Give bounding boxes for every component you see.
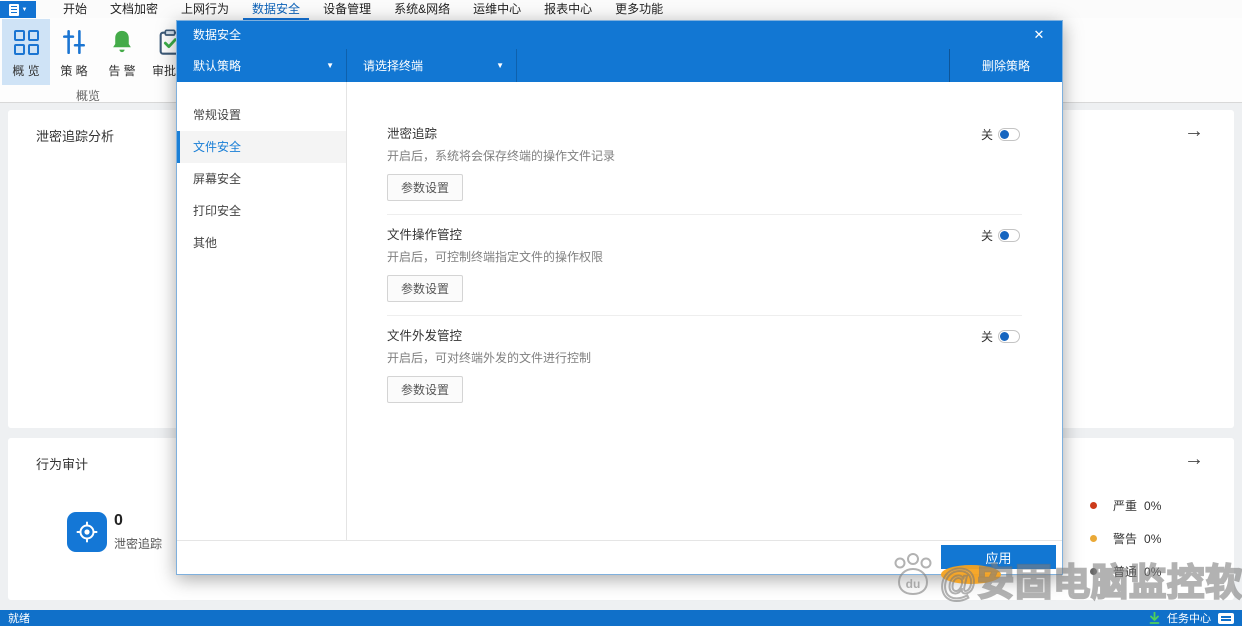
grid-icon: [13, 29, 39, 55]
legend-item-severe: 严重 0%: [1090, 497, 1161, 514]
tab-device-mgmt[interactable]: 设备管理: [312, 0, 382, 20]
dialog-footer: 应用: [177, 540, 1062, 574]
caret-down-icon: ▼: [21, 6, 28, 13]
nav-item-other[interactable]: 其他: [177, 227, 346, 259]
bell-icon: [113, 30, 131, 53]
leak-tracking-toggle[interactable]: 关: [981, 126, 1020, 143]
terminal-dropdown[interactable]: 请选择终端 ▼: [347, 49, 517, 82]
close-icon[interactable]: ✕: [1026, 21, 1052, 49]
card-title: 泄密追踪分析: [36, 129, 115, 144]
keyboard-icon[interactable]: [1218, 612, 1234, 624]
stat-value: 0: [114, 512, 123, 529]
legend-item-normal: 普通 0%: [1090, 563, 1161, 580]
setting-file-operation: 文件操作管控 关 开启后，可控制终端指定文件的操作权限 参数设置: [387, 215, 1022, 316]
ribbon-item-label: 概 览: [12, 64, 40, 78]
sliders-icon: [63, 29, 85, 55]
delete-policy-button[interactable]: 删除策略: [949, 49, 1062, 82]
tab-start[interactable]: 开始: [52, 0, 98, 20]
ribbon-item-policy[interactable]: 策 略: [50, 19, 98, 85]
setting-desc: 开启后，可对终端外发的文件进行控制: [387, 351, 592, 365]
param-settings-button[interactable]: 参数设置: [387, 376, 464, 403]
nav-item-screen-security[interactable]: 屏幕安全: [177, 163, 346, 195]
legend-item-warning: 警告 0%: [1090, 530, 1161, 547]
dialog-toolbar: 默认策略 ▼ 请选择终端 ▼ 删除策略: [177, 49, 1062, 82]
ribbon-group-label: 概览: [75, 89, 100, 103]
arrow-right-icon[interactable]: →: [1184, 120, 1204, 143]
tab-web-behavior[interactable]: 上网行为: [170, 0, 240, 20]
document-icon: [8, 3, 19, 16]
tab-ops-center[interactable]: 运维中心: [462, 0, 532, 20]
warning-dot-icon: [1090, 535, 1097, 542]
ribbon-item-label: 告 警: [108, 64, 136, 78]
tab-more-features[interactable]: 更多功能: [604, 0, 674, 20]
download-arrow-icon: [1149, 612, 1160, 624]
nav-item-file-security[interactable]: 文件安全: [177, 131, 346, 163]
target-icon: [67, 512, 107, 552]
dialog-body: 常规设置 文件安全 屏幕安全 打印安全 其他 泄密追踪 关 开启后，系统将会保存…: [177, 82, 1062, 540]
severe-dot-icon: [1090, 502, 1097, 509]
file-operation-toggle[interactable]: 关: [981, 227, 1020, 244]
setting-title: 文件外发管控: [387, 329, 463, 343]
chevron-down-icon: ▼: [496, 61, 504, 70]
tab-data-security[interactable]: 数据安全: [241, 0, 311, 21]
setting-title: 文件操作管控: [387, 228, 463, 242]
toggle-switch-icon: [998, 229, 1020, 242]
task-center-button[interactable]: 任务中心: [1167, 610, 1211, 626]
stat-label: 泄密追踪: [114, 537, 163, 551]
setting-title: 泄密追踪: [387, 127, 438, 141]
policy-dropdown[interactable]: 默认策略 ▼: [177, 49, 347, 82]
normal-dot-icon: [1090, 568, 1097, 575]
param-settings-button[interactable]: 参数设置: [387, 275, 464, 302]
toggle-switch-icon: [998, 330, 1020, 343]
card-title: 行为审计: [36, 457, 89, 472]
setting-desc: 开启后，系统将会保存终端的操作文件记录: [387, 149, 616, 163]
menu-bar: ▼ 开始 文档加密 上网行为 数据安全 设备管理 系统&网络 运维中心 报表中心…: [0, 0, 1242, 21]
status-bar: 就绪 任务中心: [0, 610, 1242, 626]
dialog-title: 数据安全: [193, 28, 242, 42]
tab-system-network[interactable]: 系统&网络: [383, 0, 461, 20]
ribbon-item-alert[interactable]: 告 警: [98, 19, 146, 85]
toggle-switch-icon: [998, 128, 1020, 141]
nav-item-print-security[interactable]: 打印安全: [177, 195, 346, 227]
tab-report-center[interactable]: 报表中心: [533, 0, 603, 20]
dialog-nav: 常规设置 文件安全 屏幕安全 打印安全 其他: [177, 82, 347, 540]
data-security-dialog: 数据安全 ✕ 默认策略 ▼ 请选择终端 ▼ 删除策略 常规设置 文件安全 屏幕安…: [176, 20, 1063, 575]
status-text: 就绪: [8, 613, 30, 625]
ribbon-item-overview[interactable]: 概 览: [2, 19, 50, 85]
dialog-content: 泄密追踪 关 开启后，系统将会保存终端的操作文件记录 参数设置 文件操作管控 关: [347, 82, 1062, 540]
app-menu-button[interactable]: ▼: [0, 1, 36, 18]
ribbon-item-label: 策 略: [60, 64, 88, 78]
app-window: ▼ 开始 文档加密 上网行为 数据安全 设备管理 系统&网络 运维中心 报表中心…: [0, 0, 1242, 626]
pie-chart-fragment: [941, 565, 1001, 584]
nav-item-general[interactable]: 常规设置: [177, 99, 346, 131]
file-outgoing-toggle[interactable]: 关: [981, 328, 1020, 345]
chevron-down-icon: ▼: [326, 61, 334, 70]
param-settings-button[interactable]: 参数设置: [387, 174, 464, 201]
menu-tabs: 开始 文档加密 上网行为 数据安全 设备管理 系统&网络 运维中心 报表中心 更…: [52, 0, 675, 21]
setting-desc: 开启后，可控制终端指定文件的操作权限: [387, 250, 604, 264]
arrow-right-icon[interactable]: →: [1184, 448, 1204, 471]
setting-file-outgoing: 文件外发管控 关 开启后，可对终端外发的文件进行控制 参数设置: [387, 316, 1022, 416]
tab-doc-encrypt[interactable]: 文档加密: [99, 0, 169, 20]
setting-leak-tracking: 泄密追踪 关 开启后，系统将会保存终端的操作文件记录 参数设置: [387, 125, 1022, 215]
dialog-titlebar: 数据安全 ✕: [177, 21, 1062, 49]
